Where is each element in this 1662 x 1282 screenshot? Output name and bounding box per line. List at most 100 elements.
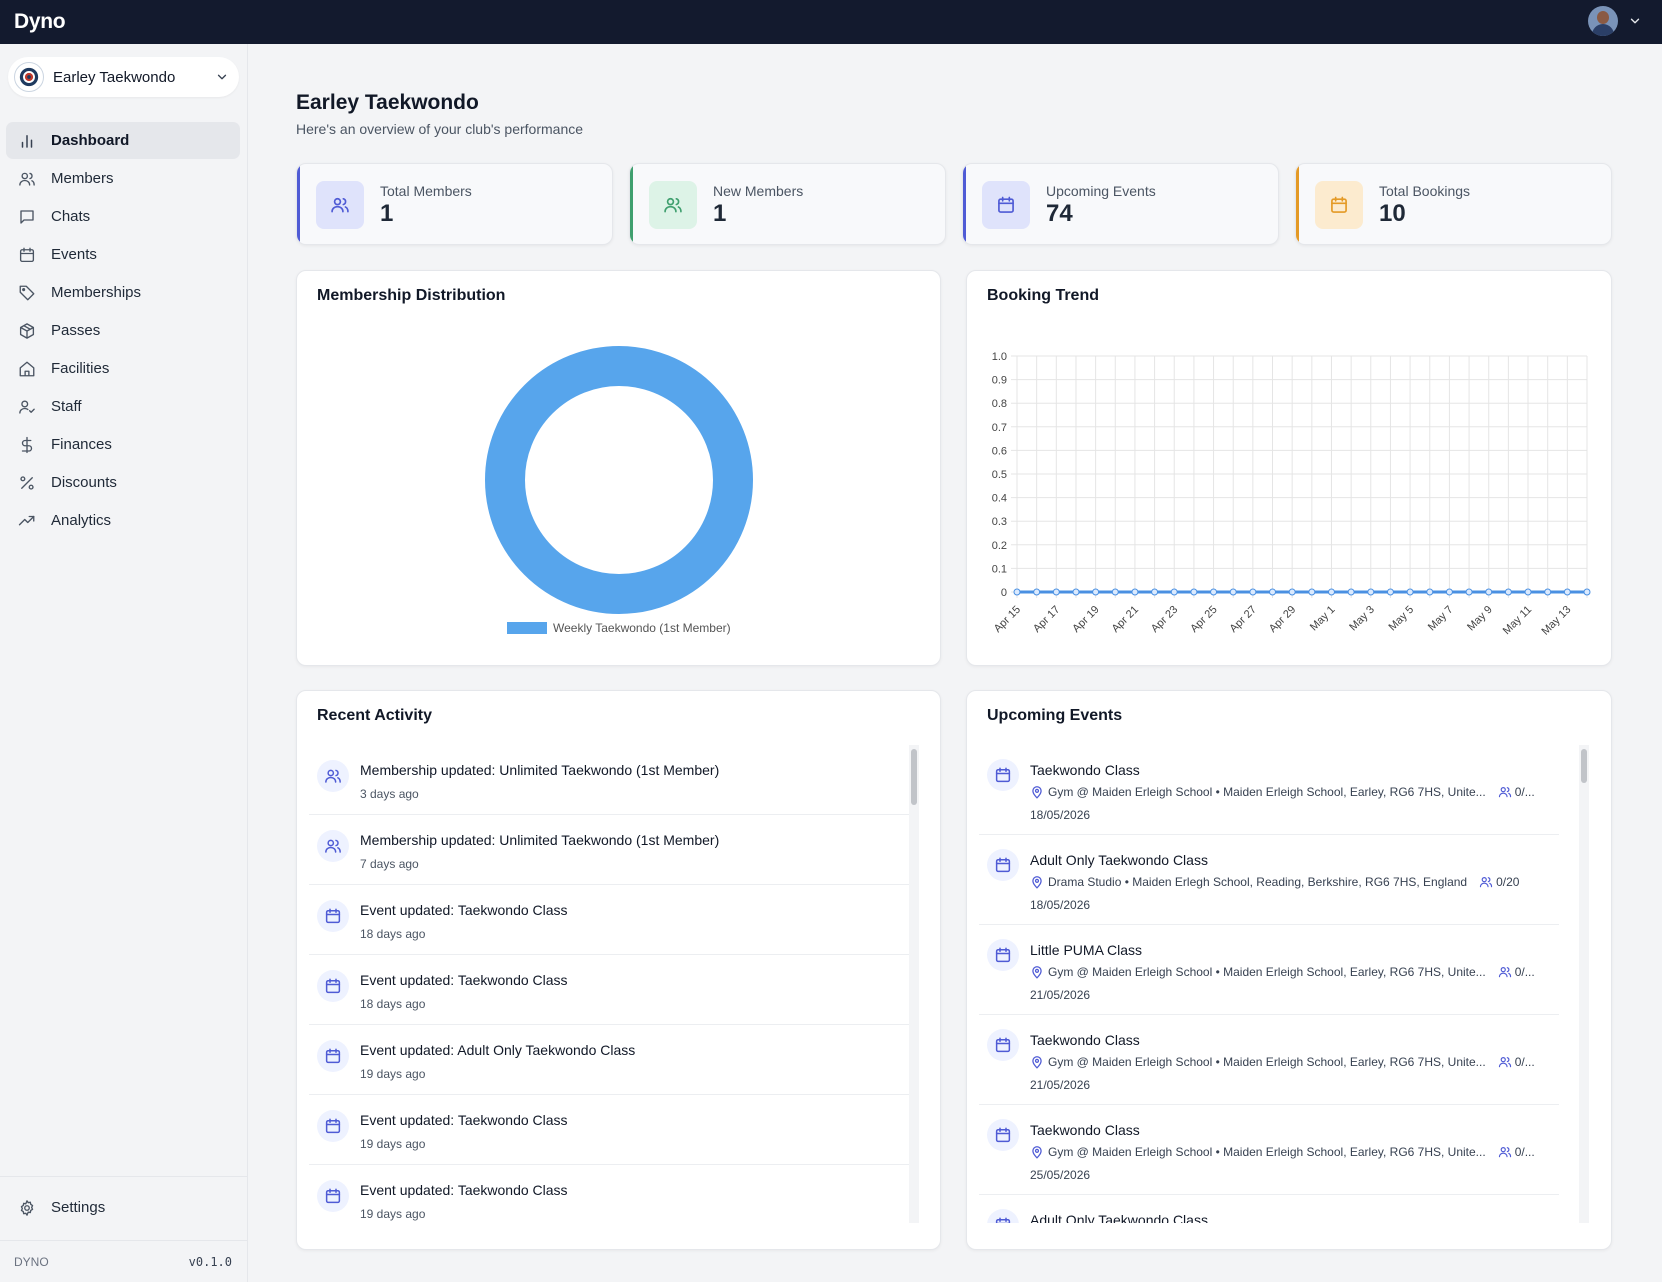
stat-card-total-bookings: Total Bookings 10	[1295, 163, 1612, 245]
trending-up-icon	[18, 515, 35, 525]
sidebar-item-events[interactable]: Events	[6, 236, 240, 273]
x-tick-label: May 1	[1308, 604, 1338, 634]
calendar-icon	[325, 1118, 341, 1134]
list-item[interactable]: Event updated: Taekwondo Class 18 days a…	[309, 955, 909, 1025]
sidebar-item-members[interactable]: Members	[6, 160, 240, 197]
stat-card-new-members: New Members 1	[629, 163, 946, 245]
data-point	[1033, 588, 1041, 596]
x-tick-label: Apr 21	[1110, 604, 1141, 635]
top-bar: Dyno	[0, 0, 1662, 44]
list-item[interactable]: Taekwondo Class Gym @ Maiden Erleigh Sch…	[979, 1015, 1559, 1105]
sidebar-item-discounts[interactable]: Discounts	[6, 464, 240, 501]
y-tick-label: 0.2	[992, 540, 1007, 552]
stat-icon-box	[982, 181, 1030, 229]
membership-distribution-card: Membership Distribution Weekly Taekwondo…	[296, 270, 941, 666]
list-item[interactable]: Event updated: Taekwondo Class 19 days a…	[309, 1095, 909, 1165]
data-point	[1583, 588, 1591, 596]
event-icon	[987, 1029, 1019, 1061]
events-list[interactable]: Taekwondo Class Gym @ Maiden Erleigh Sch…	[979, 745, 1589, 1223]
sidebar-item-label: Events	[51, 246, 97, 263]
activity-title: Event updated: Taekwondo Class	[360, 972, 568, 988]
calendar-icon	[325, 908, 341, 924]
x-tick-label: May 3	[1347, 604, 1377, 634]
sidebar-item-staff[interactable]: Staff	[6, 388, 240, 425]
user-menu[interactable]	[1588, 6, 1642, 36]
event-icon	[987, 759, 1019, 791]
calendar-icon	[19, 247, 35, 262]
list-item[interactable]: Event updated: Adult Only Taekwondo Clas…	[309, 1025, 909, 1095]
list-item[interactable]: Adult Only Taekwondo Class Drama Studio …	[979, 835, 1559, 925]
data-point	[1524, 588, 1532, 596]
list-item[interactable]: Membership updated: Unlimited Taekwondo …	[309, 745, 909, 815]
club-selector[interactable]: Earley Taekwondo	[8, 57, 239, 97]
y-tick-label: 0.6	[992, 445, 1007, 457]
list-item[interactable]: Taekwondo Class Gym @ Maiden Erleigh Sch…	[979, 1105, 1559, 1195]
sidebar-item-chats[interactable]: Chats	[6, 198, 240, 235]
data-point	[1504, 588, 1512, 596]
stat-value: 74	[1046, 200, 1073, 227]
scrollbar-thumb[interactable]	[1581, 749, 1587, 783]
event-date: 21/05/2026	[1030, 1078, 1091, 1092]
stat-accent-bar	[297, 164, 300, 244]
sidebar-item-memberships[interactable]: Memberships	[6, 274, 240, 311]
map-pin-icon	[1032, 876, 1042, 889]
data-point	[1131, 588, 1139, 596]
list-item[interactable]: Event updated: Taekwondo Class 19 days a…	[309, 1165, 909, 1223]
list-item[interactable]: Event updated: Taekwondo Class 18 days a…	[309, 885, 909, 955]
main-content: Earley Taekwondo Here's an overview of y…	[248, 44, 1662, 1282]
sidebar-item-finances[interactable]: Finances	[6, 426, 240, 463]
map-pin-icon	[1032, 966, 1042, 979]
stat-value: 10	[1379, 200, 1406, 227]
calendar-icon	[325, 1188, 341, 1204]
activity-icon	[317, 1110, 349, 1142]
sidebar-item-analytics[interactable]: Analytics	[6, 502, 240, 539]
scrollbar-thumb[interactable]	[911, 749, 917, 805]
package-icon	[19, 322, 35, 339]
data-point	[1465, 588, 1473, 596]
map-pin-icon	[1032, 1146, 1042, 1159]
activity-title: Membership updated: Unlimited Taekwondo …	[360, 832, 720, 848]
user-plus-icon	[664, 197, 682, 213]
scrollbar[interactable]	[909, 745, 919, 1223]
users-icon	[1498, 787, 1511, 798]
percent-icon	[20, 475, 34, 490]
list-item[interactable]: Adult Only Taekwondo Class	[979, 1195, 1559, 1223]
card-title: Recent Activity	[317, 707, 432, 724]
data-point	[1426, 588, 1434, 596]
event-capacity: 0/...	[1498, 1055, 1535, 1069]
calendar-icon	[995, 1127, 1011, 1143]
data-point	[1544, 588, 1552, 596]
chevron-down-icon	[217, 74, 227, 80]
activity-title: Membership updated: Unlimited Taekwondo …	[360, 762, 720, 778]
event-capacity: 0/20	[1479, 875, 1519, 889]
sidebar-item-facilities[interactable]: Facilities	[6, 350, 240, 387]
club-logo-icon	[14, 62, 44, 92]
data-point	[1563, 588, 1571, 596]
list-item[interactable]: Taekwondo Class Gym @ Maiden Erleigh Sch…	[979, 745, 1559, 835]
sidebar-nav: Dashboard Members Chats Events Membershi…	[6, 122, 240, 540]
sidebar-item-settings[interactable]: Settings	[6, 1189, 242, 1226]
sidebar-item-dashboard[interactable]: Dashboard	[6, 122, 240, 159]
activity-title: Event updated: Taekwondo Class	[360, 1112, 568, 1128]
activity-time: 19 days ago	[360, 1137, 426, 1151]
scrollbar[interactable]	[1579, 745, 1589, 1223]
sidebar-item-label: Chats	[51, 208, 91, 225]
sidebar-item-label: Memberships	[51, 284, 142, 301]
data-point	[1367, 588, 1375, 596]
stat-icon-box	[649, 181, 697, 229]
activity-list[interactable]: Membership updated: Unlimited Taekwondo …	[309, 745, 919, 1223]
avatar	[1588, 6, 1618, 36]
y-tick-label: 0.4	[992, 493, 1007, 505]
capacity-text: 0/...	[1514, 1055, 1535, 1069]
event-location: Gym @ Maiden Erleigh School • Maiden Erl…	[1048, 965, 1486, 979]
stat-label: Upcoming Events	[1046, 183, 1156, 199]
data-point	[1445, 588, 1453, 596]
pie-slice	[485, 346, 753, 614]
calendar-icon	[995, 857, 1011, 873]
club-name: Earley Taekwondo	[53, 68, 176, 86]
activity-icon	[317, 1040, 349, 1072]
sidebar-item-passes[interactable]: Passes	[6, 312, 240, 349]
list-item[interactable]: Little PUMA Class Gym @ Maiden Erleigh S…	[979, 925, 1559, 1015]
list-item[interactable]: Membership updated: Unlimited Taekwondo …	[309, 815, 909, 885]
version-label: v0.1.0	[188, 1254, 232, 1269]
